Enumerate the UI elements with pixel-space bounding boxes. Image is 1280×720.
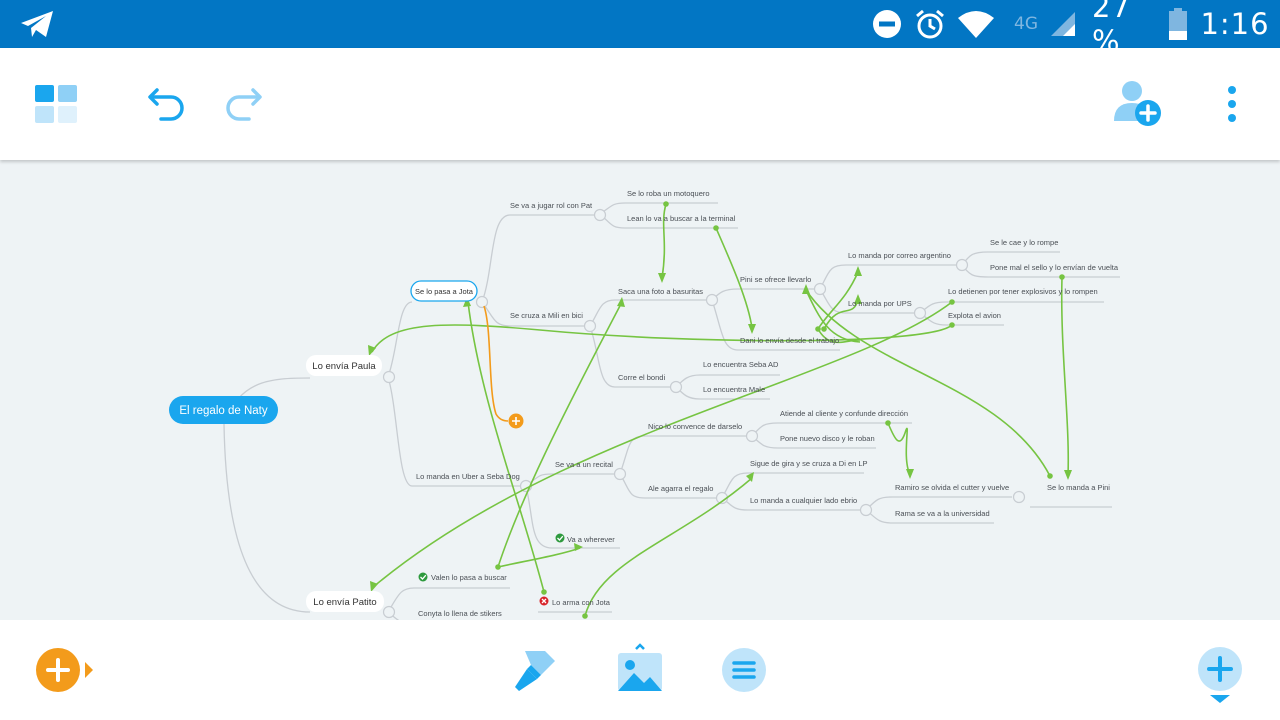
topic-label: Lo encuentra Male: [703, 385, 765, 394]
topic-label: Se lo manda a Pini: [1047, 483, 1110, 492]
topic-lo-envia-paula[interactable]: Lo envía Paula: [306, 355, 382, 376]
topic-label: Ramiro se olvida el cutter y vuelve: [895, 483, 1009, 492]
add-collaborator-icon[interactable]: [1108, 76, 1166, 130]
topic-label: Explota el avion: [948, 311, 1001, 320]
svg-text:Lo envía Paula: Lo envía Paula: [312, 361, 376, 372]
add-relation-icon[interactable]: [508, 413, 524, 429]
battery-icon: [1166, 0, 1190, 48]
status-bar: 4G 27 % 1:16: [0, 0, 1280, 58]
add-icon[interactable]: [1196, 644, 1244, 706]
topic-label: Valen lo pasa a buscar: [431, 573, 507, 582]
cross-icon: [539, 596, 549, 606]
svg-text:Se lo pasa a Jota: Se lo pasa a Jota: [415, 287, 474, 296]
topic-label: Corre el bondi: [618, 373, 665, 382]
subtopics: Se va a jugar rol con Pat Se lo roba un …: [416, 189, 1119, 618]
telegram-icon: [18, 0, 56, 48]
topic-label: Va a wherever: [567, 535, 615, 544]
topic-label: Lean lo va a buscar a la terminal: [627, 214, 736, 223]
topic-label: Se lo roba un motoquero: [627, 189, 710, 198]
alarm-icon: [912, 0, 948, 48]
topic-label: Lo manda por UPS: [848, 299, 912, 308]
topic-label: Conyta lo llena de stikers: [418, 609, 502, 618]
topic-label: Se le cae y lo rompe: [990, 238, 1058, 247]
image-icon[interactable]: [614, 642, 666, 694]
clock: 1:16: [1200, 7, 1270, 41]
topic-lo-envia-patito[interactable]: Lo envía Patito: [306, 591, 384, 612]
toolbar: [0, 48, 1280, 160]
topic-label: Se va a un recital: [555, 460, 613, 469]
do-not-disturb-icon: [870, 0, 904, 48]
undo-icon[interactable]: [142, 82, 192, 126]
topic-label: Lo arma con Jota: [552, 598, 611, 607]
bottom-bar: [0, 620, 1280, 720]
topic-label: Dani lo envía desde el trabajo: [740, 336, 839, 345]
redo-icon[interactable]: [218, 82, 268, 126]
topic-label: Saca una foto a basuritas: [618, 287, 703, 296]
topic-label: Lo detienen por tener explosivos y lo ro…: [948, 287, 1098, 296]
topic-label: Lo manda a cualquier lado ebrio: [750, 496, 857, 505]
topic-label: Sigue de gira y se cruza a Di en LP: [750, 459, 868, 468]
svg-text:Lo envía Patito: Lo envía Patito: [313, 597, 376, 608]
topic-label: Lo manda en Uber a Seba Dog: [416, 472, 520, 481]
topic-label: Atiende al cliente y confunde dirección: [780, 409, 908, 418]
topic-label: Pone nuevo disco y le roban: [780, 434, 875, 443]
check-icon: [418, 572, 428, 582]
topic-label: Se va a jugar rol con Pat: [510, 201, 593, 210]
topic-label: Ale agarra el regalo: [648, 484, 713, 493]
more-vert-icon[interactable]: [1218, 82, 1246, 126]
paint-brush-icon[interactable]: [510, 646, 562, 694]
topic-se-lo-pasa-a-jota[interactable]: Se lo pasa a Jota: [410, 280, 478, 302]
root-topic[interactable]: El regalo de Naty: [169, 396, 278, 424]
mindmap-canvas[interactable]: El regalo de Naty Lo envía Paula Lo enví…: [0, 160, 1280, 620]
wifi-icon: [956, 0, 996, 48]
battery-percent: 27 %: [1092, 0, 1131, 58]
topic-label: Lo encuentra Seba AD: [703, 360, 779, 369]
check-icon: [555, 533, 565, 543]
layout-grid-icon[interactable]: [30, 82, 82, 126]
topic-label: Rama se va a la universidad: [895, 509, 990, 518]
topic-label: Pone mal el sello y lo envían de vuelta: [990, 263, 1119, 272]
topic-label: Se cruza a Mili en bici: [510, 311, 583, 320]
topic-label: Pini se ofrece llevarlo: [740, 275, 811, 284]
add-topic-icon[interactable]: [34, 646, 98, 694]
network-type: 4G: [1014, 14, 1038, 34]
topic-label: Lo manda por correo argentino: [848, 251, 951, 260]
signal-icon: [1048, 0, 1078, 48]
topic-label: Nico lo convence de darselo: [648, 422, 742, 431]
svg-text:El regalo de Naty: El regalo de Naty: [179, 405, 267, 417]
notes-icon[interactable]: [720, 646, 768, 694]
